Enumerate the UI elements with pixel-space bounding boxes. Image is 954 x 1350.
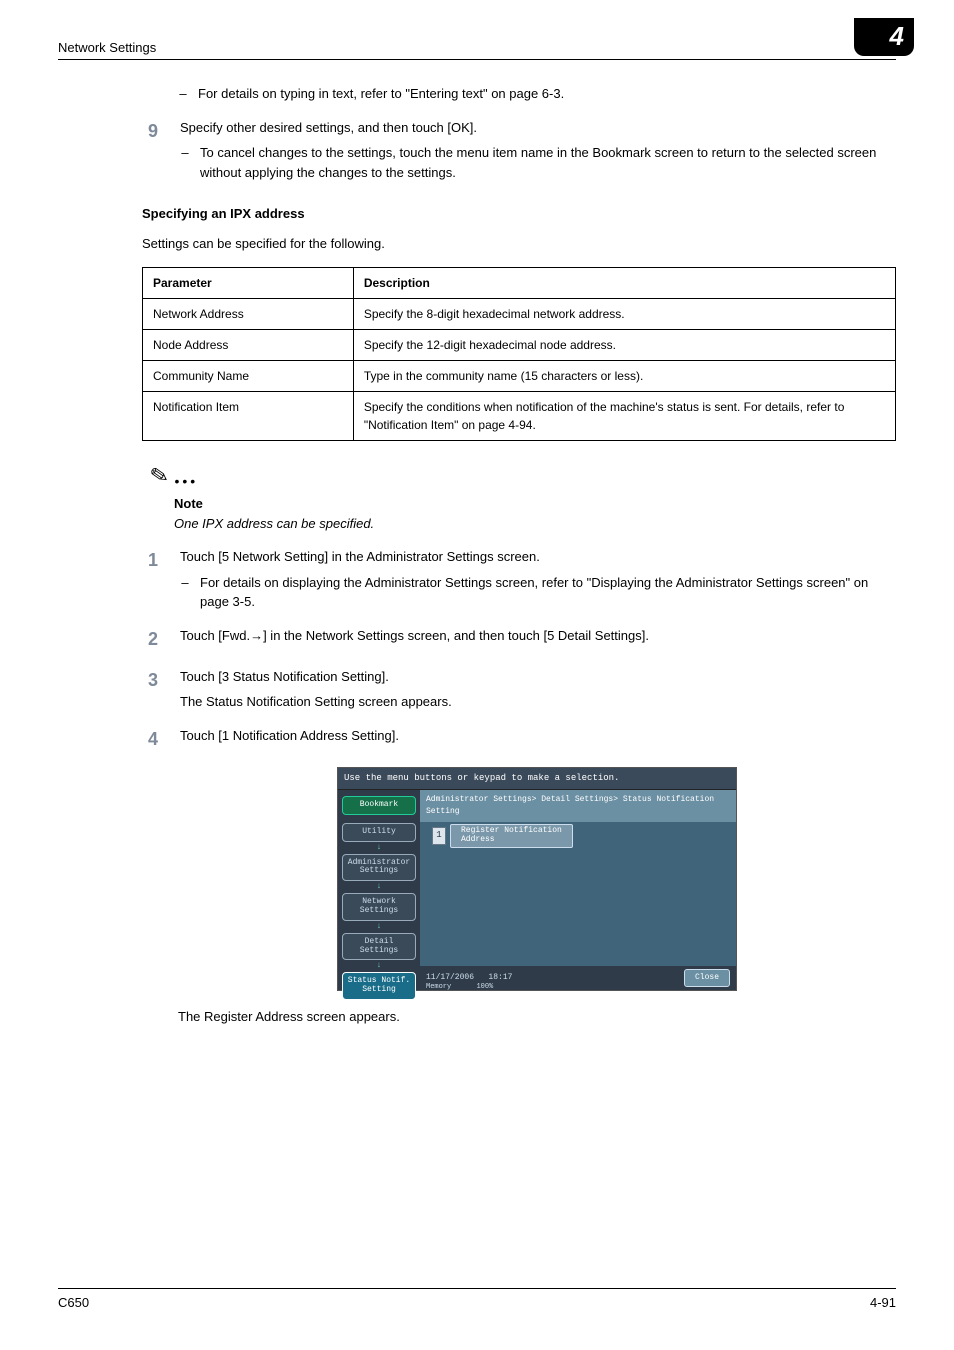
down-arrow-icon: ↓: [342, 964, 416, 968]
footer-left: C650: [58, 1295, 89, 1310]
note-block: ✎ ••• Note One IPX address can be specif…: [150, 459, 896, 533]
cell: Notification Item: [143, 392, 354, 441]
note-label: Note: [174, 494, 896, 514]
step-number: 2: [148, 626, 162, 653]
step-text: Touch [3 Status Notification Setting].: [180, 667, 896, 687]
step1-sub: – For details on displaying the Administ…: [180, 573, 896, 612]
mock-sidebar: Bookmark Utility ↓ Administrator Setting…: [338, 790, 420, 990]
step-number: 3: [148, 667, 162, 712]
option-label: Register Notification Address: [450, 824, 573, 848]
page-footer: C650 4-91: [58, 1288, 896, 1310]
detail-settings-button[interactable]: Detail Settings: [342, 933, 416, 961]
running-header: Network Settings: [58, 40, 896, 60]
step-9: 9 Specify other desired settings, and th…: [178, 118, 896, 183]
option-row[interactable]: 1 Register Notification Address: [432, 824, 573, 848]
cell: Community Name: [143, 361, 354, 392]
cell: Specify the 12-digit hexadecimal node ad…: [353, 330, 895, 361]
cell: Network Address: [143, 299, 354, 330]
step9-sub: – To cancel changes to the settings, tou…: [180, 143, 896, 182]
step-text: Touch [1 Notification Address Setting].: [180, 726, 896, 746]
utility-button[interactable]: Utility: [342, 823, 416, 842]
table-row: Community NameType in the community name…: [143, 361, 896, 392]
step-number: 9: [148, 118, 162, 183]
step-3: 3 Touch [3 Status Notification Setting].…: [178, 667, 896, 712]
down-arrow-icon: ↓: [342, 885, 416, 889]
chapter-tab: 4: [854, 18, 914, 56]
step-1: 1 Touch [5 Network Setting] in the Admin…: [178, 547, 896, 612]
dots-icon: •••: [174, 471, 198, 492]
step-text: Specify other desired settings, and then…: [180, 118, 896, 138]
pen-icon: ✎: [147, 458, 171, 494]
sub-text: For details on displaying the Administra…: [200, 573, 896, 612]
network-settings-button[interactable]: Network Settings: [342, 893, 416, 921]
footer-right: 4-91: [870, 1295, 896, 1310]
memory-value: 100%: [476, 983, 493, 991]
ipx-intro: Settings can be specified for the follow…: [142, 234, 896, 254]
bookmark-button[interactable]: Bookmark: [342, 796, 416, 815]
step-number: 1: [148, 547, 162, 612]
th-parameter: Parameter: [143, 268, 354, 299]
admin-settings-button[interactable]: Administrator Settings: [342, 854, 416, 882]
parameter-table: Parameter Description Network AddressSpe…: [142, 267, 896, 441]
table-header-row: Parameter Description: [143, 268, 896, 299]
section-title: Network Settings: [58, 40, 156, 55]
sub-text: To cancel changes to the settings, touch…: [200, 143, 896, 182]
close-button[interactable]: Close: [684, 969, 730, 987]
step-number: 4: [148, 726, 162, 753]
mock-instruction: Use the menu buttons or keypad to make a…: [338, 768, 736, 791]
cell: Specify the conditions when notification…: [353, 392, 895, 441]
table-row: Network AddressSpecify the 8-digit hexad…: [143, 299, 896, 330]
step-2: 2 Touch [Fwd.→] in the Network Settings …: [178, 626, 896, 653]
memory-label: Memory: [426, 983, 451, 991]
intro-sub-bullet: – For details on typing in text, refer t…: [178, 84, 896, 104]
sub-text: For details on typing in text, refer to …: [198, 84, 896, 104]
dash: –: [180, 143, 190, 182]
option-number: 1: [432, 827, 446, 845]
status-notif-button[interactable]: Status Notif. Setting: [342, 972, 416, 1000]
cell: Node Address: [143, 330, 354, 361]
down-arrow-icon: ↓: [342, 846, 416, 850]
mock-main: Administrator Settings> Detail Settings>…: [420, 790, 736, 990]
page-content: – For details on typing in text, refer t…: [58, 84, 896, 1027]
ipx-heading: Specifying an IPX address: [142, 204, 896, 224]
step-after-text: The Status Notification Setting screen a…: [180, 692, 896, 712]
step-text: Touch [5 Network Setting] in the Adminis…: [180, 547, 896, 567]
breadcrumb: Administrator Settings> Detail Settings>…: [420, 790, 736, 822]
cell: Specify the 8-digit hexadecimal network …: [353, 299, 895, 330]
table-row: Notification ItemSpecify the conditions …: [143, 392, 896, 441]
device-screenshot: Use the menu buttons or keypad to make a…: [337, 767, 737, 992]
step-4: 4 Touch [1 Notification Address Setting]…: [178, 726, 896, 753]
cell: Type in the community name (15 character…: [353, 361, 895, 392]
down-arrow-icon: ↓: [342, 925, 416, 929]
dash: –: [180, 573, 190, 612]
step-text: Touch [Fwd.→] in the Network Settings sc…: [180, 626, 896, 646]
th-description: Description: [353, 268, 895, 299]
result-text: The Register Address screen appears.: [178, 1007, 896, 1027]
dash: –: [178, 84, 188, 104]
table-row: Node AddressSpecify the 12-digit hexadec…: [143, 330, 896, 361]
note-text: One IPX address can be specified.: [174, 514, 896, 534]
